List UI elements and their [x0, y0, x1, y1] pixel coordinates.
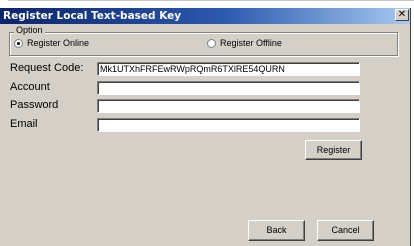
- account-field[interactable]: [97, 81, 360, 95]
- back-button[interactable]: Back: [248, 220, 305, 241]
- register-button[interactable]: Register: [305, 140, 362, 160]
- radio-checked-icon: [14, 38, 23, 48]
- screen: Register Local Text-based Key ✕ Option R…: [0, 0, 414, 246]
- register-online-radio[interactable]: Register Online: [14, 38, 89, 48]
- password-label: Password: [10, 99, 59, 111]
- register-dialog: Register Local Text-based Key ✕ Option R…: [0, 8, 411, 246]
- password-field[interactable]: [97, 99, 360, 113]
- account-label: Account: [10, 81, 50, 93]
- window-title: Register Local Text-based Key: [3, 10, 182, 22]
- register-offline-radio[interactable]: Register Offline: [207, 38, 282, 48]
- radio-unchecked-icon: [207, 38, 216, 48]
- option-group-legend: Option: [14, 25, 45, 35]
- register-offline-label: Register Offline: [220, 38, 282, 48]
- cancel-button[interactable]: Cancel: [317, 220, 374, 241]
- email-field[interactable]: [97, 118, 360, 132]
- close-button[interactable]: ✕: [395, 9, 409, 21]
- option-group: Option Register Online Register Offline: [9, 25, 398, 56]
- email-label: Email: [10, 118, 38, 130]
- top-border-line: [8, 0, 414, 1]
- request-code-label: Request Code:: [10, 62, 84, 74]
- request-code-field[interactable]: Mk1UTXhFRFEwRWpRQmR6TXlRE54QURN: [97, 62, 360, 76]
- register-online-label: Register Online: [27, 38, 90, 48]
- close-icon: ✕: [397, 9, 407, 20]
- title-bar[interactable]: Register Local Text-based Key ✕: [0, 8, 410, 24]
